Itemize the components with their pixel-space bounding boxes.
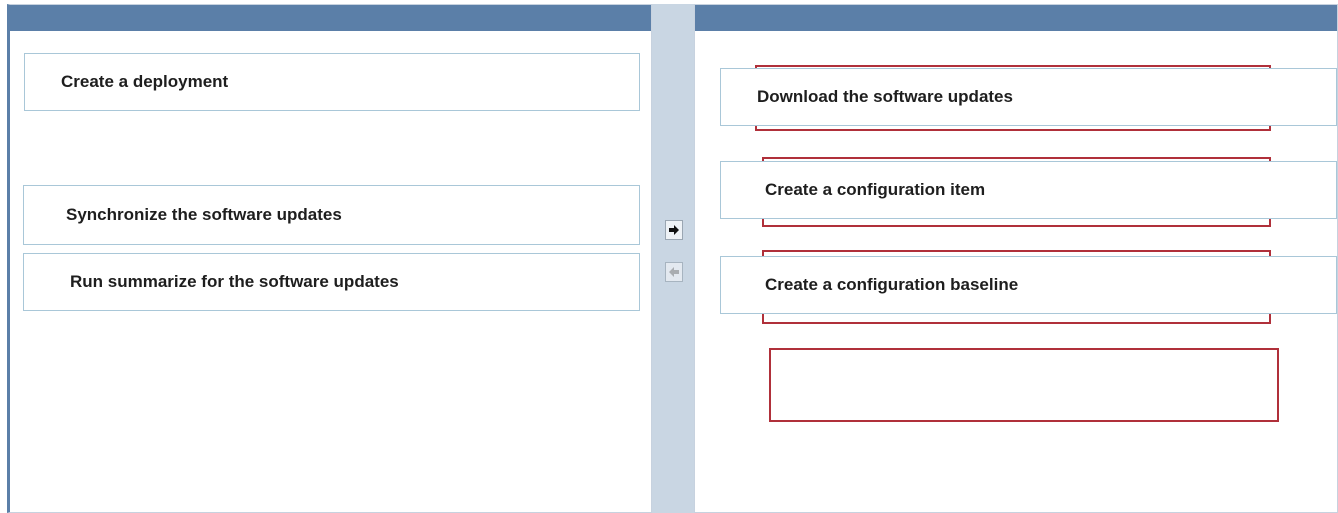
- options-pane-header: [10, 5, 651, 31]
- option-item-create-deployment[interactable]: Create a deployment: [24, 53, 640, 111]
- option-item-label: Synchronize the software updates: [66, 205, 342, 224]
- pane-divider: [652, 4, 694, 513]
- left-arrow-icon: [669, 267, 679, 277]
- move-left-button[interactable]: [665, 262, 683, 282]
- option-item-synchronize-updates[interactable]: Synchronize the software updates: [23, 185, 640, 245]
- option-item-label: Run summarize for the software updates: [70, 272, 399, 291]
- answer-item-configuration-baseline[interactable]: Create a configuration baseline: [720, 256, 1337, 314]
- answer-item-configuration-item[interactable]: Create a configuration item: [720, 161, 1337, 219]
- option-item-label: Create a deployment: [61, 72, 229, 91]
- answer-pane-header: [695, 5, 1337, 31]
- options-pane: Create a deployment Synchronize the soft…: [7, 4, 652, 513]
- answer-item-label: Create a configuration item: [765, 180, 986, 199]
- answer-item-label: Create a configuration baseline: [765, 275, 1019, 294]
- answer-item-download-updates[interactable]: Download the software updates: [720, 68, 1337, 126]
- answer-slot-4[interactable]: [769, 348, 1279, 422]
- answer-item-label: Download the software updates: [757, 87, 1013, 106]
- move-right-button[interactable]: [665, 220, 683, 240]
- option-item-run-summarize[interactable]: Run summarize for the software updates: [23, 253, 640, 311]
- right-arrow-icon: [669, 225, 679, 235]
- answer-pane: Download the software updates Create a c…: [694, 4, 1338, 513]
